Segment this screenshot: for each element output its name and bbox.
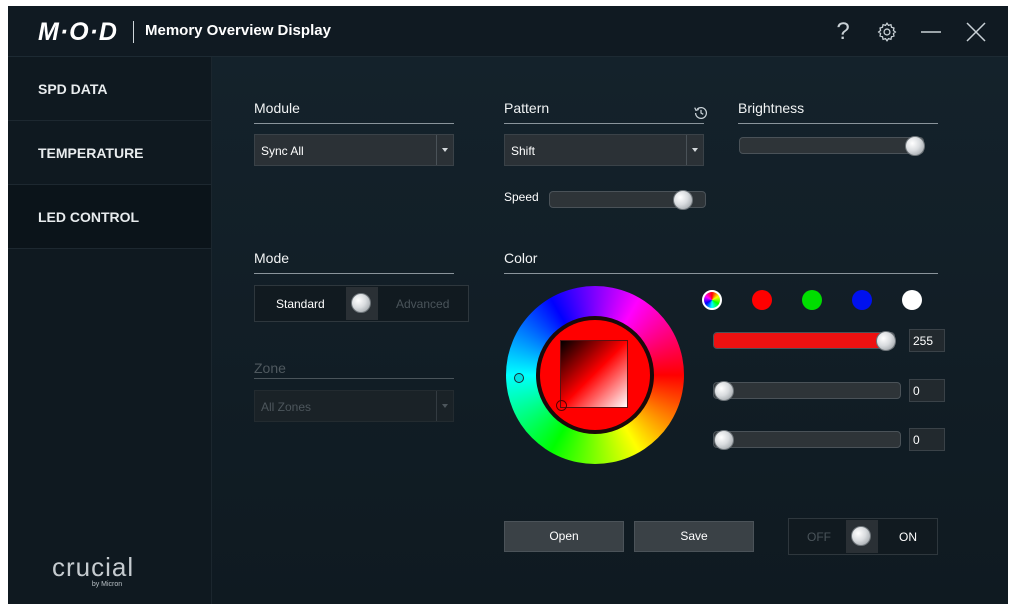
green-slider[interactable] — [713, 381, 901, 401]
zone-dropdown[interactable]: All Zones — [254, 390, 454, 422]
color-label: Color — [504, 250, 538, 266]
red-slider-fill — [714, 333, 886, 348]
settings-button[interactable] — [874, 19, 900, 45]
speed-slider-handle[interactable] — [673, 190, 693, 210]
brightness-label: Brightness — [738, 100, 805, 116]
help-button[interactable]: ? — [830, 18, 856, 45]
mode-label: Mode — [254, 250, 290, 266]
crucial-logo: crucial by Micron — [52, 552, 135, 588]
pattern-dropdown[interactable]: Shift — [504, 134, 704, 166]
module-value: Sync All — [261, 144, 304, 158]
chevron-down-icon — [442, 148, 448, 152]
green-slider-handle[interactable] — [714, 381, 734, 401]
blue-slider[interactable] — [713, 430, 901, 450]
mode-advanced-option[interactable]: Advanced — [396, 297, 449, 311]
sidebar-item-temperature[interactable]: TEMPERATURE — [8, 121, 211, 185]
mode-underline — [254, 273, 454, 274]
minimize-button[interactable] — [918, 19, 944, 45]
hue-ring-handle[interactable] — [514, 373, 524, 383]
green-value-field[interactable]: 0 — [909, 379, 945, 402]
power-toggle[interactable]: OFF ON — [788, 518, 938, 555]
sidebar-item-label: TEMPERATURE — [38, 145, 144, 161]
swatch-white[interactable] — [902, 290, 922, 310]
minimize-icon — [921, 31, 941, 33]
sidebar-item-label: LED CONTROL — [38, 209, 140, 225]
swatch-green[interactable] — [802, 290, 822, 310]
sidebar-item-label: SPD DATA — [38, 81, 108, 97]
app-title: Memory Overview Display — [145, 22, 331, 39]
main-panel: Module Sync All Pattern Shift Speed Brig… — [212, 57, 1008, 604]
title-separator — [133, 21, 134, 43]
chevron-down-icon — [442, 404, 448, 408]
history-icon[interactable] — [692, 104, 710, 122]
saturation-handle[interactable] — [556, 400, 567, 411]
gear-icon — [877, 22, 897, 42]
power-on-option[interactable]: ON — [899, 530, 917, 544]
color-underline — [504, 273, 938, 274]
zone-value: All Zones — [261, 400, 312, 414]
sidebar: SPD DATA TEMPERATURE LED CONTROL crucial… — [8, 57, 212, 604]
saturation-square[interactable] — [560, 340, 628, 408]
title-bar: M·O·D Memory Overview Display ? — [8, 6, 1008, 57]
mode-toggle[interactable]: Standard Advanced — [254, 285, 469, 322]
brightness-slider[interactable] — [739, 136, 925, 156]
red-value-field[interactable]: 255 — [909, 329, 945, 352]
brightness-slider-handle[interactable] — [905, 136, 925, 156]
chevron-down-icon — [692, 148, 698, 152]
swatch-red[interactable] — [752, 290, 772, 310]
red-slider[interactable] — [713, 331, 896, 351]
open-button[interactable]: Open — [504, 521, 624, 552]
module-label: Module — [254, 100, 300, 116]
zone-label: Zone — [254, 360, 286, 376]
blue-slider-handle[interactable] — [714, 430, 734, 450]
pattern-value: Shift — [511, 144, 536, 158]
zone-underline — [254, 378, 454, 379]
close-button[interactable] — [963, 19, 989, 45]
blue-value-field[interactable]: 0 — [909, 428, 945, 451]
mod-logo: M·O·D — [38, 18, 118, 46]
red-slider-handle[interactable] — [876, 331, 896, 351]
speed-slider[interactable] — [549, 190, 706, 210]
mode-toggle-handle[interactable] — [346, 287, 378, 320]
close-icon — [966, 22, 986, 42]
module-dropdown[interactable]: Sync All — [254, 134, 454, 166]
power-toggle-handle[interactable] — [846, 520, 878, 553]
app-window: M·O·D Memory Overview Display ? SPD DATA… — [8, 6, 1008, 604]
swatch-blue[interactable] — [852, 290, 872, 310]
pattern-label: Pattern — [504, 100, 550, 116]
sidebar-item-led-control[interactable]: LED CONTROL — [8, 185, 211, 249]
sidebar-item-spd-data[interactable]: SPD DATA — [8, 57, 211, 121]
brightness-underline — [738, 123, 938, 124]
mode-standard-option[interactable]: Standard — [276, 297, 325, 311]
module-underline — [254, 123, 454, 124]
save-button[interactable]: Save — [634, 521, 754, 552]
color-wheel[interactable] — [506, 286, 684, 464]
power-off-option[interactable]: OFF — [807, 530, 831, 544]
pattern-underline — [504, 123, 704, 124]
speed-label: Speed — [504, 190, 539, 204]
swatch-rainbow[interactable] — [702, 290, 722, 310]
